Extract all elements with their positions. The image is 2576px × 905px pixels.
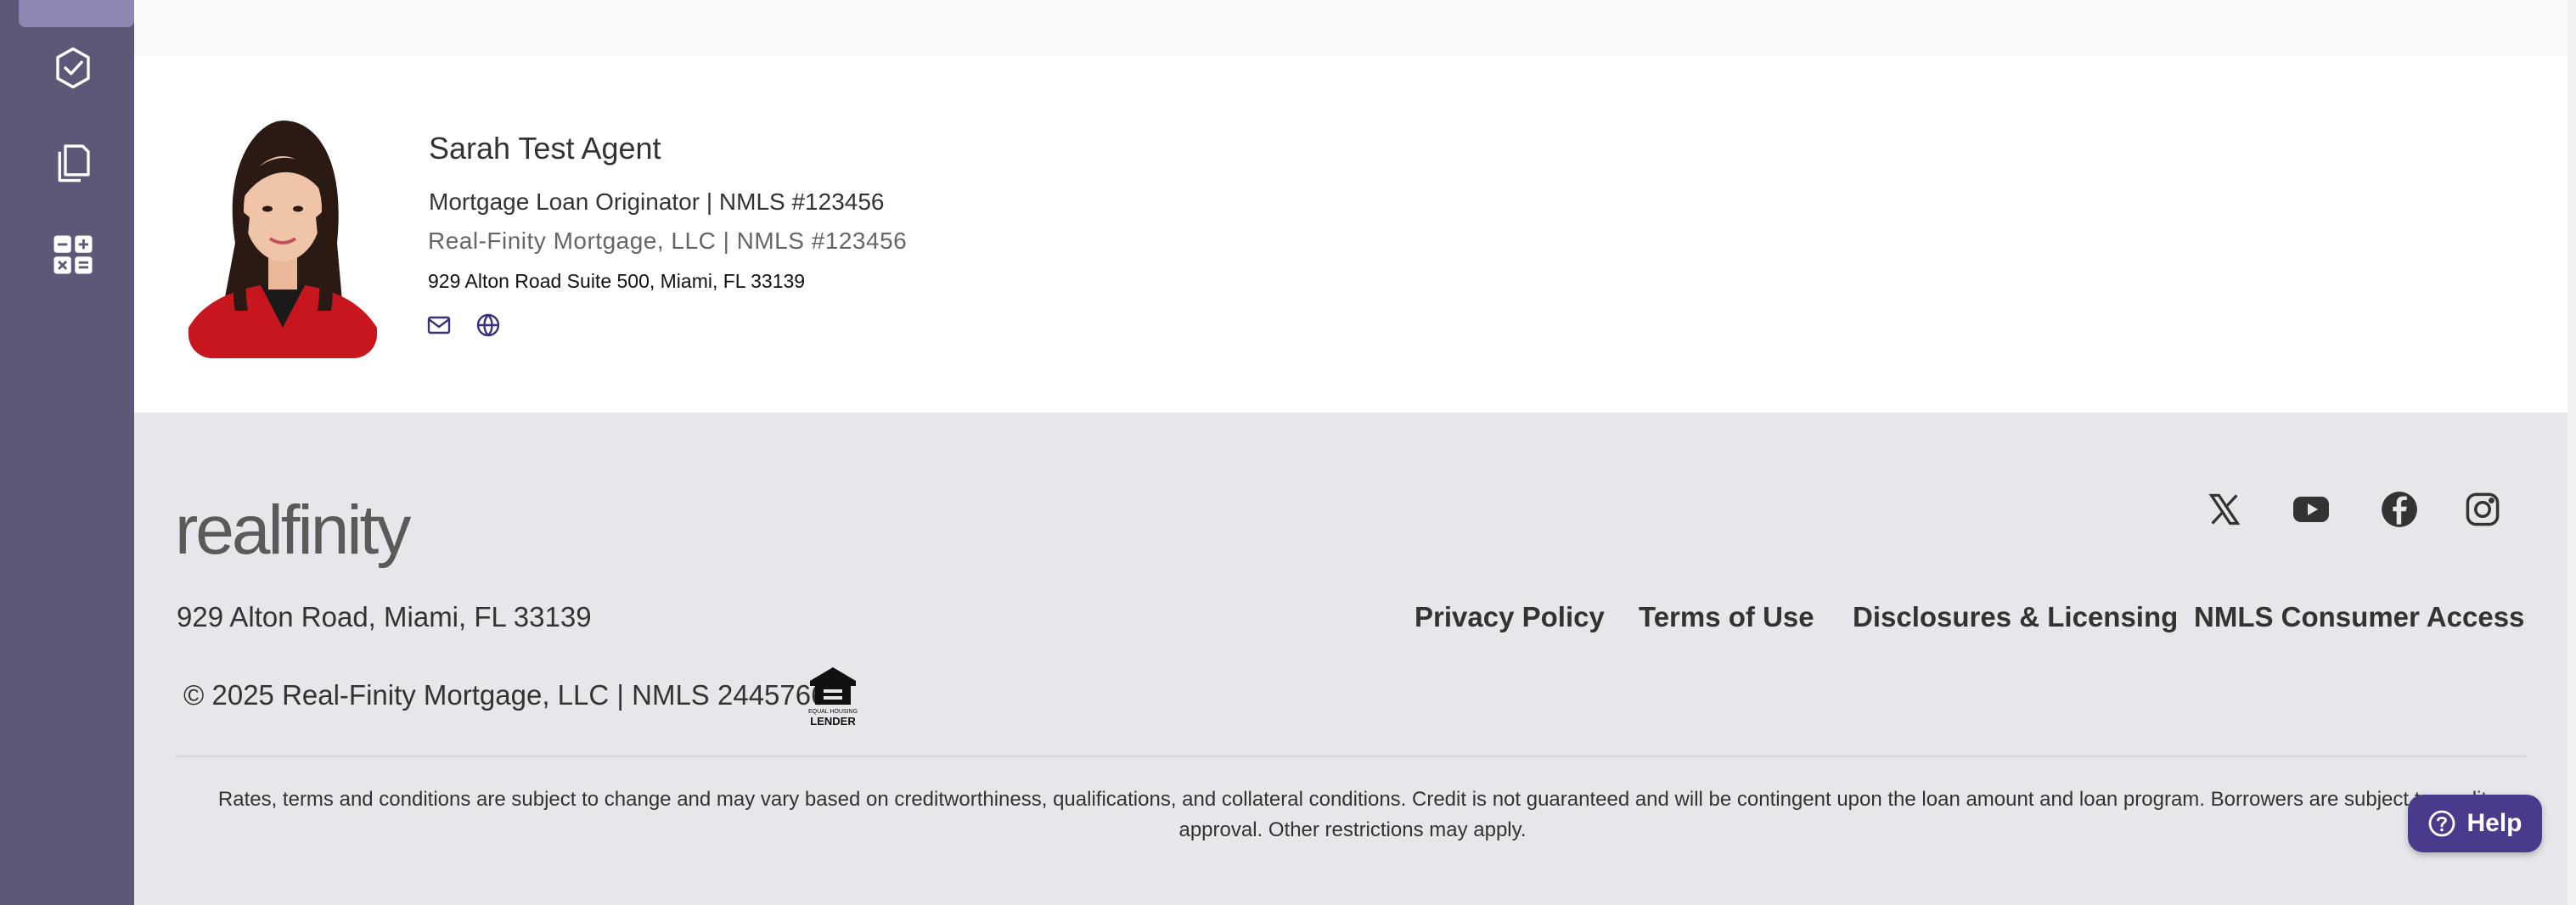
scrollbar-track[interactable] <box>2568 0 2576 905</box>
x-icon[interactable] <box>2204 489 2245 530</box>
agent-photo <box>188 115 377 358</box>
nmls-consumer-access-link[interactable]: NMLS Consumer Access <box>2194 601 2524 633</box>
footer-divider <box>175 756 2527 757</box>
svg-text:LENDER: LENDER <box>810 715 856 728</box>
help-question-icon <box>2429 810 2455 837</box>
youtube-icon[interactable] <box>2291 489 2331 530</box>
check-badge-icon[interactable] <box>48 42 98 93</box>
help-label: Help <box>2466 809 2523 837</box>
agent-company: Real-Finity Mortgage, LLC | NMLS #123456 <box>428 228 908 254</box>
agent-title: Mortgage Loan Originator | NMLS #123456 <box>429 188 885 215</box>
calculator-icon[interactable] <box>48 229 98 280</box>
content-top-strip <box>134 0 2568 57</box>
footer: realfinity 929 Alton Road, Miami, FL 331… <box>134 413 2568 905</box>
footer-disclaimer: Rates, terms and conditions are subject … <box>217 788 2488 841</box>
disclosures-licensing-link[interactable]: Disclosures & Licensing <box>1853 601 2178 633</box>
footer-copyright: © 2025 Real-Finity Mortgage, LLC | NMLS … <box>183 679 827 711</box>
agent-card: Sarah Test Agent Mortgage Loan Originato… <box>134 56 2568 413</box>
agent-address: 929 Alton Road Suite 500, Miami, FL 3313… <box>428 270 806 292</box>
globe-icon[interactable] <box>474 311 503 340</box>
sidebar-active-item[interactable] <box>19 0 134 27</box>
email-icon[interactable] <box>425 311 453 340</box>
equal-housing-lender-icon: EQUAL HOUSING LENDER <box>807 666 859 728</box>
svg-text:EQUAL HOUSING: EQUAL HOUSING <box>808 709 858 715</box>
privacy-policy-link[interactable]: Privacy Policy <box>1415 601 1605 633</box>
sidebar <box>0 0 134 905</box>
terms-of-use-link[interactable]: Terms of Use <box>1639 601 1814 633</box>
agent-name: Sarah Test Agent <box>429 131 661 166</box>
documents-icon[interactable] <box>48 136 98 187</box>
help-button[interactable]: Help <box>2408 795 2542 852</box>
footer-address: 929 Alton Road, Miami, FL 33139 <box>177 601 592 632</box>
facebook-icon[interactable] <box>2379 489 2420 530</box>
realfinity-logo[interactable]: realfinity <box>175 491 411 571</box>
instagram-icon[interactable] <box>2462 489 2503 530</box>
